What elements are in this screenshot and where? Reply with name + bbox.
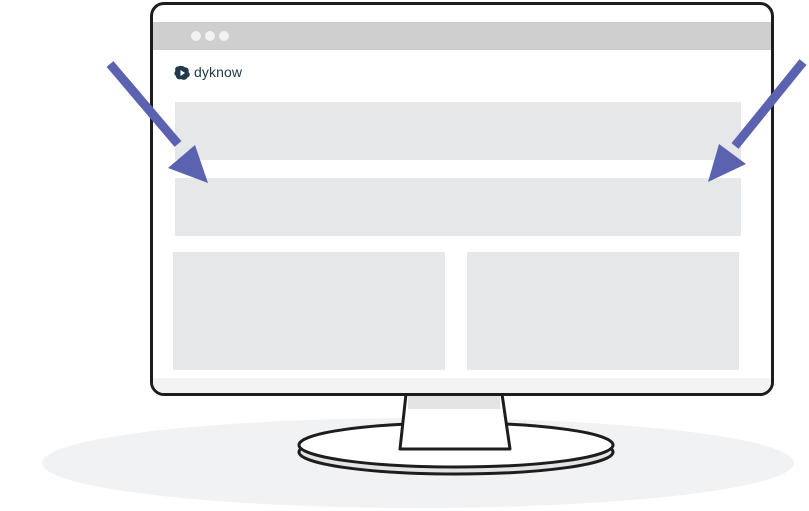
arrow-overlay xyxy=(106,59,807,183)
monitor-illustration: dyknow xyxy=(0,0,809,511)
left-pointing-arrow-icon xyxy=(106,61,208,183)
right-pointing-arrow-icon xyxy=(708,59,807,182)
